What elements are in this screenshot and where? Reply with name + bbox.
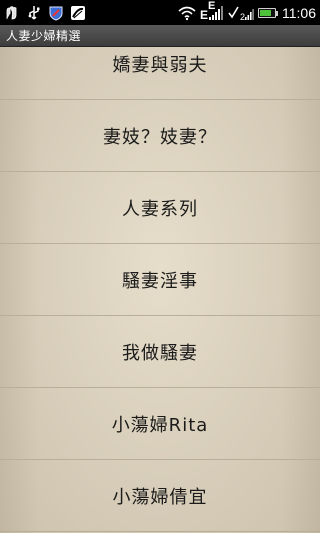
list-item-label: 妻妓？妓妻？ bbox=[103, 126, 217, 148]
no-sim-icon bbox=[70, 5, 86, 21]
list-item-label: 人妻系列 bbox=[122, 198, 198, 220]
list-item[interactable]: 妻妓？妓妻？ bbox=[0, 100, 320, 172]
list-item-label: 騷妻淫事 bbox=[122, 270, 198, 292]
story-list-container[interactable]: 嬌妻與弱夫 妻妓？妓妻？ 人妻系列 騷妻淫事 我做騷妻 小蕩婦Rita 小蕩婦倩… bbox=[0, 47, 320, 533]
svg-text:2: 2 bbox=[240, 12, 245, 21]
app-title: 人妻少婦精選 bbox=[6, 29, 82, 43]
status-bar: E 2 E 11:06 bbox=[0, 0, 320, 25]
wifi-icon bbox=[178, 5, 196, 21]
svg-text:E: E bbox=[200, 8, 208, 21]
list-item[interactable]: 小蕩婦倩宜 bbox=[0, 460, 320, 532]
list-item-label: 嬌妻與弱夫 bbox=[112, 54, 208, 76]
battery-level bbox=[260, 9, 271, 16]
list-item-label: 小蕩婦Rita bbox=[111, 414, 209, 436]
list-item-label: 我做騷妻 bbox=[122, 342, 198, 364]
list-item[interactable]: 小蕩婦Rita bbox=[0, 388, 320, 460]
usb-icon bbox=[26, 5, 42, 21]
battery-icon bbox=[258, 7, 278, 18]
network-type-label: E bbox=[208, 0, 216, 12]
system-icons: E 2 E 11:06 bbox=[178, 1, 316, 22]
shield-icon bbox=[48, 5, 64, 21]
list-item[interactable]: 騷妻淫事 bbox=[0, 244, 320, 316]
list-item-label: 小蕩婦倩宜 bbox=[112, 486, 208, 508]
hands-icon bbox=[4, 5, 20, 21]
e-signal-icon: 2 bbox=[228, 5, 254, 22]
story-list: 嬌妻與弱夫 妻妓？妓妻？ 人妻系列 騷妻淫事 我做騷妻 小蕩婦Rita 小蕩婦倩… bbox=[0, 47, 320, 532]
list-item[interactable]: 嬌妻與弱夫 bbox=[0, 47, 320, 100]
app-title-bar: 人妻少婦精選 bbox=[0, 25, 320, 47]
notification-icons bbox=[4, 5, 86, 21]
list-item[interactable]: 我做騷妻 bbox=[0, 316, 320, 388]
list-item[interactable]: 人妻系列 bbox=[0, 172, 320, 244]
clock: 11:06 bbox=[282, 4, 316, 21]
